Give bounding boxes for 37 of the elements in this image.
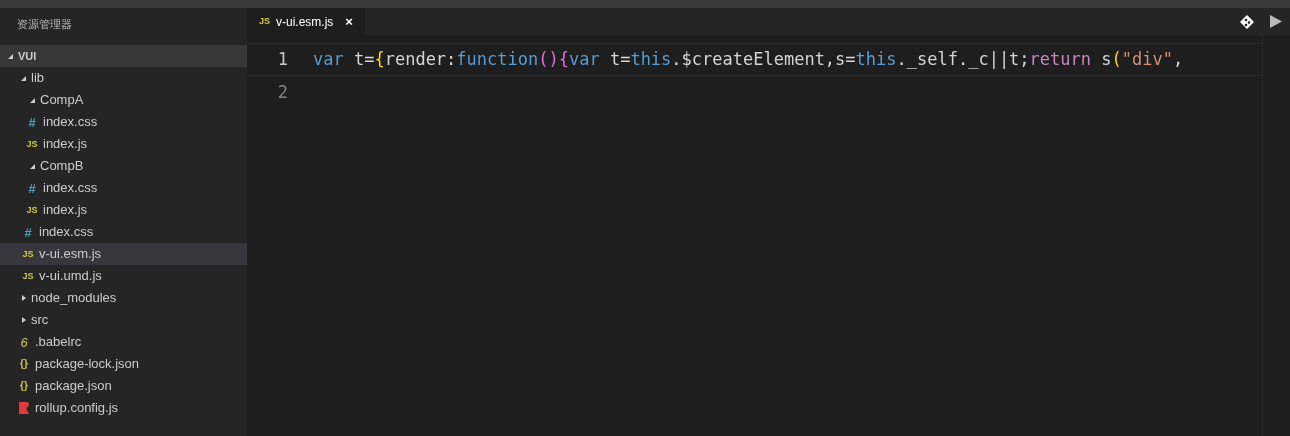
file-item[interactable]: JS index.js	[0, 199, 247, 221]
folder-item[interactable]: lib	[0, 67, 247, 89]
js-file-icon: JS	[259, 14, 270, 29]
line-number: 1	[276, 47, 289, 71]
folder-item[interactable]: VUI	[0, 45, 247, 67]
file-item[interactable]: JS v-ui.umd.js	[0, 265, 247, 287]
file-item[interactable]: # index.css	[0, 221, 247, 243]
git-icon[interactable]	[1240, 14, 1254, 29]
folder-item[interactable]: CompB	[0, 155, 247, 177]
js-file-icon: JS	[22, 249, 34, 259]
editor-tab[interactable]: JS v-ui.esm.js ×	[247, 8, 365, 35]
file-item[interactable]: # index.css	[0, 177, 247, 199]
play-icon[interactable]	[1270, 15, 1282, 28]
folder-item[interactable]: CompA	[0, 89, 247, 111]
file-item[interactable]: {} package-lock.json	[0, 353, 247, 375]
folder-item[interactable]: src	[0, 309, 247, 331]
file-item[interactable]: rollup.config.js	[0, 397, 247, 419]
json-file-icon: {}	[18, 381, 30, 391]
file-item[interactable]: # index.css	[0, 111, 247, 133]
file-item[interactable]: JS index.js	[0, 133, 247, 155]
babel-file-icon: 6	[18, 335, 30, 349]
code-line: var t={render:function(){var t=this.$createElement,s=this._self._c||t;return s("div",	[313, 47, 1184, 71]
sidebar-title: 资源管理器	[17, 18, 72, 30]
file-item[interactable]: {} package.json	[0, 375, 247, 397]
folder-item[interactable]: node_modules	[0, 287, 247, 309]
css-file-icon: #	[26, 115, 38, 129]
js-file-icon: JS	[22, 271, 34, 281]
line-number: 2	[276, 80, 289, 104]
css-file-icon: #	[22, 225, 34, 239]
rollup-icon	[18, 401, 30, 415]
file-item[interactable]: JS v-ui.esm.js	[0, 243, 247, 265]
json-file-icon: {}	[18, 359, 30, 369]
js-file-icon: JS	[26, 205, 38, 215]
js-file-icon: JS	[26, 139, 38, 149]
file-item[interactable]: 6 .babelrc	[0, 331, 247, 353]
close-icon[interactable]: ×	[345, 11, 353, 32]
css-file-icon: #	[26, 181, 38, 195]
